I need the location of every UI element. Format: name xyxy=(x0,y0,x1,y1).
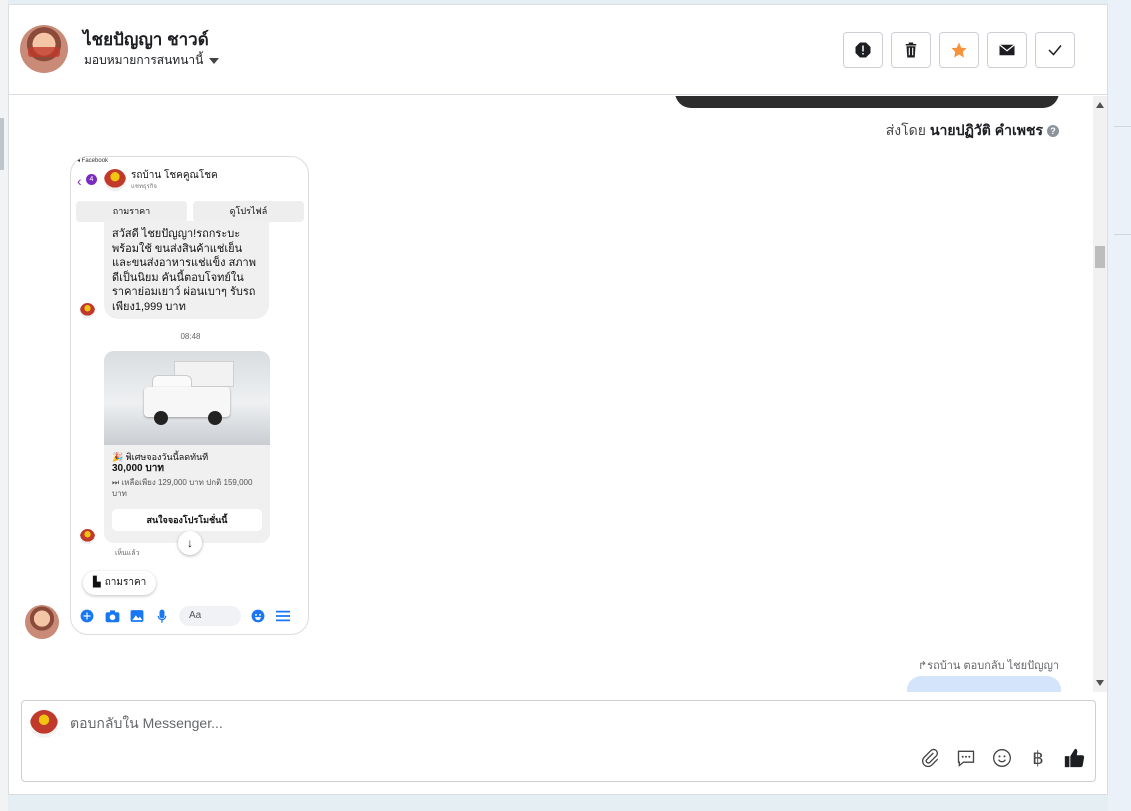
header-actions xyxy=(843,32,1075,68)
right-panel-edge xyxy=(1108,0,1131,811)
menu-icon xyxy=(275,608,291,624)
contact-name[interactable]: ไชยปัญญา ชาวด์ xyxy=(83,26,209,53)
back-chevron-icon: ‹ xyxy=(77,173,82,189)
like-icon[interactable] xyxy=(1063,747,1085,769)
seen-label: เห็นแล้ว xyxy=(115,550,140,557)
star-button[interactable] xyxy=(939,32,979,68)
messenger-input-bar: Aa xyxy=(79,605,303,627)
document-icon: ▙ xyxy=(93,577,101,588)
view-profile-button: ดูโปรไฟล์ xyxy=(193,201,304,222)
sent-by-line: ส่งโดย นายปฏิวัติ คำเพชร ? xyxy=(886,120,1059,142)
mark-done-button[interactable] xyxy=(1035,32,1075,68)
conversation-header: ไชยปัญญา ชาวด์ มอบหมายการสนทนานี้ xyxy=(9,5,1107,95)
caret-down-icon xyxy=(209,57,220,64)
star-icon xyxy=(951,42,967,58)
divider xyxy=(1114,126,1131,127)
promo-title: 🎉 พิเศษจองวันนี้ลดทันที xyxy=(112,452,209,462)
promo-price: 30,000 บาท xyxy=(112,463,164,474)
arrow-down-icon: ↓ xyxy=(178,531,202,555)
assign-dropdown[interactable]: มอบหมายการสนทนานี้ xyxy=(84,51,220,70)
emoji-icon[interactable] xyxy=(991,747,1013,769)
attached-screenshot-image[interactable]: ◂ Facebook ‹ 4 รถบ้าน โชคคูณโชค แชทธุรกิ… xyxy=(70,156,309,635)
promo-card: 🎉 พิเศษจองวันนี้ลดทันที 30,000 บาท ⏭ เหล… xyxy=(104,351,270,543)
conversation-panel: ไชยปัญญา ชาวด์ มอบหมายการสนทนานี้ ส่งโดย… xyxy=(8,4,1108,795)
left-scroll-marker xyxy=(0,118,4,170)
page-avatar xyxy=(30,710,58,738)
reply-arrow-icon: ↱ xyxy=(917,660,928,672)
delete-button[interactable] xyxy=(891,32,931,68)
attach-icon[interactable] xyxy=(919,747,941,769)
shop-subtitle: แชทธุรกิจ xyxy=(131,184,157,190)
outgoing-message-bubble xyxy=(675,96,1059,108)
help-icon[interactable]: ? xyxy=(1047,125,1059,137)
scroll-thumb[interactable] xyxy=(1095,246,1105,268)
microphone-icon xyxy=(154,608,170,624)
contact-avatar-small xyxy=(25,605,59,639)
message-time: 08:48 xyxy=(180,332,201,341)
alert-octagon-icon xyxy=(855,42,871,58)
assign-label: มอบหมายการสนทนานี้ xyxy=(84,53,204,67)
spam-button[interactable] xyxy=(843,32,883,68)
shop-logo xyxy=(104,169,126,191)
emoji-icon xyxy=(250,608,266,624)
reply-composer: ฿ xyxy=(21,700,1096,782)
promo-cta-button: สนใจจองโปรโมชั่นนี้ xyxy=(112,509,262,531)
shop-message-bubble: สวัสดี ไชยปัญญา!รถกระบะ พร้อมใช้ ขนส่งสิ… xyxy=(104,221,269,319)
saved-reply-icon[interactable] xyxy=(955,747,977,769)
unread-count-badge: 4 xyxy=(86,174,97,185)
photo-icon xyxy=(129,608,145,624)
shop-avatar xyxy=(80,529,95,544)
reply-input[interactable] xyxy=(70,715,870,731)
scroll-down-arrow-icon[interactable] xyxy=(1096,680,1104,686)
messenger-aa-input: Aa xyxy=(179,606,241,626)
divider xyxy=(1114,234,1131,235)
envelope-icon xyxy=(999,44,1015,56)
shop-quick-buttons: ถามราคา ดูโปรไฟล์ xyxy=(76,201,304,222)
left-panel-edge xyxy=(0,0,8,811)
contact-avatar[interactable] xyxy=(20,25,68,73)
thread-scrollbar[interactable] xyxy=(1093,96,1107,692)
promo-text: 🎉 พิเศษจองวันนี้ลดทันที 30,000 บาท ⏭ เหล… xyxy=(112,451,262,499)
trash-icon xyxy=(905,42,917,58)
quick-reply-chip: ▙ ถามราคา xyxy=(83,571,157,595)
mark-unread-button[interactable] xyxy=(987,32,1027,68)
checkmark-icon xyxy=(1048,45,1062,56)
reply-context-note: ↱รถบ้าน ตอบกลับ ไชยปัญญา xyxy=(918,656,1059,674)
message-thread[interactable]: ส่งโดย นายปฏิวัติ คำเพชร ? ◂ Facebook ‹ … xyxy=(9,96,1107,692)
pickup-truck-photo xyxy=(104,351,270,445)
camera-icon xyxy=(104,608,120,624)
composer-tools: ฿ xyxy=(919,747,1085,769)
shop-avatar xyxy=(80,303,95,318)
reply-context-text: รถบ้าน ตอบกลับ ไชยปัญญา xyxy=(927,660,1059,672)
baht-icon[interactable]: ฿ xyxy=(1027,747,1049,769)
sent-by-name: นายปฏิวัติ คำเพชร xyxy=(929,122,1043,138)
sent-by-prefix: ส่งโดย xyxy=(885,122,926,138)
outgoing-attachment-bubble[interactable] xyxy=(907,676,1061,692)
scroll-up-arrow-icon[interactable] xyxy=(1096,102,1104,108)
plus-circle-icon xyxy=(79,608,95,624)
promo-old-price: ⏭ เหลือเพียง 129,000 บาท ปกติ 159,000 บา… xyxy=(112,478,253,498)
quick-reply-label: ถามราคา xyxy=(104,577,147,588)
ask-price-button: ถามราคา xyxy=(76,201,187,222)
fb-back-label: ◂ Facebook xyxy=(77,158,109,164)
